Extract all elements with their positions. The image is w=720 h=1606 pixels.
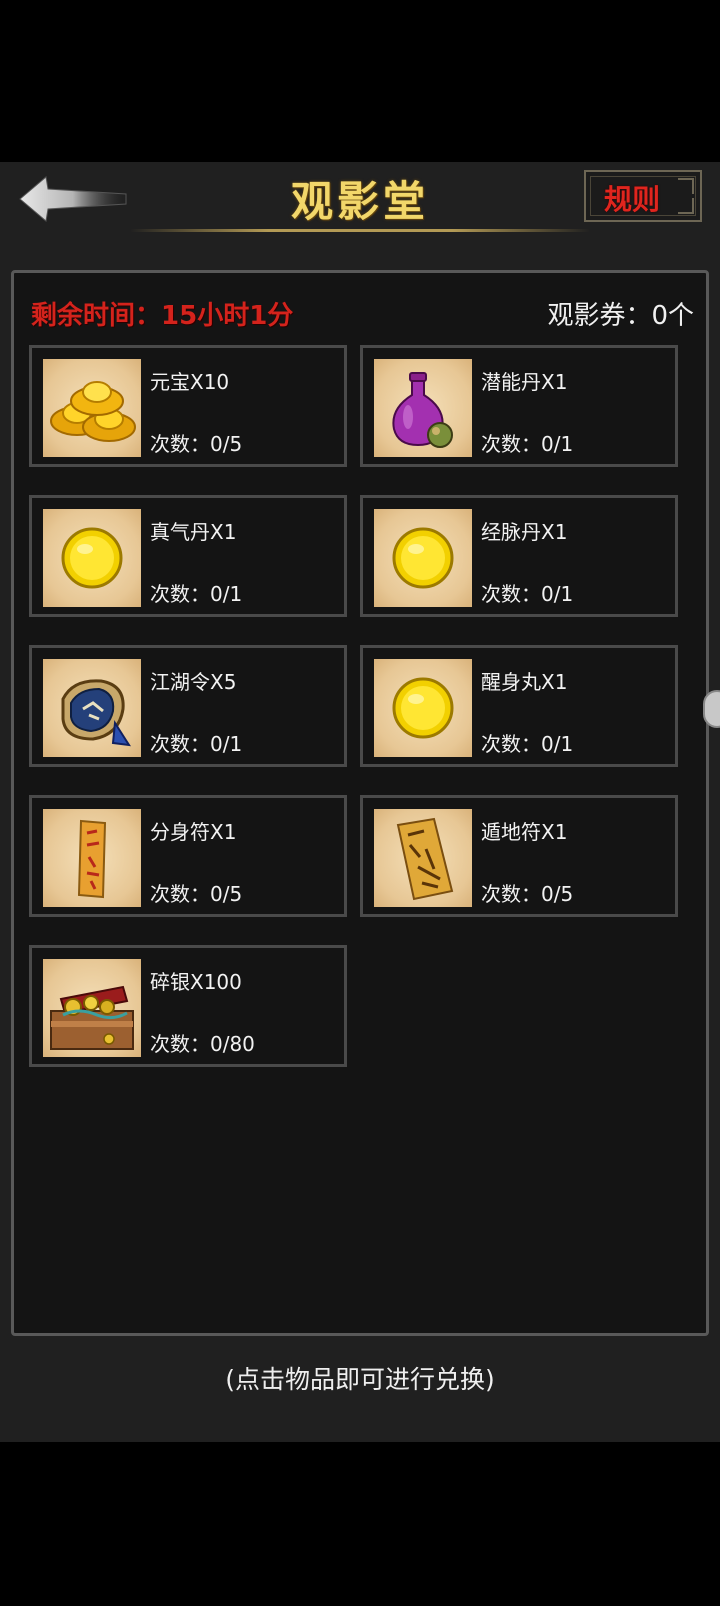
item-count: 次数：0/5: [481, 882, 574, 906]
purple-vase-icon: [374, 359, 472, 457]
remaining-time-label: 剩余时间：: [31, 301, 162, 331]
rules-button-label: 规则: [603, 183, 660, 216]
back-button[interactable]: [18, 174, 128, 224]
back-arrow-icon: [19, 176, 127, 222]
earth-talisman-icon: [374, 809, 472, 907]
item-count: 次数：0/5: [150, 882, 243, 906]
item-card-xingshen[interactable]: 醒身丸X1 次数：0/1: [360, 645, 678, 767]
item-count: 次数：0/1: [150, 582, 243, 606]
item-count: 次数：0/1: [481, 432, 574, 456]
item-name: 遁地符X1: [481, 820, 568, 844]
item-card-qianneng[interactable]: 潜能丹X1 次数：0/1: [360, 345, 678, 467]
token-pouch-icon: [43, 659, 141, 757]
exchange-panel: 剩余时间：15小时1分 观影券：0个 元宝X10 次数：0/5 潜能丹X1 次数…: [11, 270, 709, 1336]
rules-button[interactable]: 规则: [584, 170, 702, 222]
item-card-jingmai[interactable]: 经脉丹X1 次数：0/1: [360, 495, 678, 617]
item-name: 江湖令X5: [150, 670, 237, 694]
app-screen: 观影堂 规则 剩余时间：15小时1分 观影券：0个 元宝X10 次数：0/5 潜…: [0, 162, 720, 1442]
item-count: 次数：0/80: [150, 1032, 255, 1056]
item-name: 分身符X1: [150, 820, 237, 844]
golden-pill-icon: [374, 509, 472, 607]
gold-ingot-icon: [43, 359, 141, 457]
remaining-time: 剩余时间：15小时1分: [31, 295, 293, 332]
ticket-count: 观影券：0个: [547, 301, 694, 331]
remaining-time-value: 15小时1分: [161, 301, 294, 331]
golden-pill-icon: [43, 509, 141, 607]
item-name: 经脉丹X1: [481, 520, 568, 544]
item-card-jianghuling[interactable]: 江湖令X5 次数：0/1: [29, 645, 347, 767]
title-area: 观影堂: [130, 162, 590, 234]
item-card-yuanbao[interactable]: 元宝X10 次数：0/5: [29, 345, 347, 467]
talisman-icon: [43, 809, 141, 907]
rules-corner-ornament: [678, 178, 694, 194]
item-count: 次数：0/1: [150, 732, 243, 756]
item-card-dundi[interactable]: 遁地符X1 次数：0/5: [360, 795, 678, 917]
treasure-chest-icon: [43, 959, 141, 1057]
rules-corner-ornament: [678, 198, 694, 214]
golden-pill-icon: [374, 659, 472, 757]
page-title: 观影堂: [290, 177, 429, 226]
item-name: 元宝X10: [150, 370, 230, 394]
item-name: 潜能丹X1: [481, 370, 568, 394]
item-name: 醒身丸X1: [481, 670, 568, 694]
item-count: 次数：0/5: [150, 432, 243, 456]
title-divider: [130, 229, 590, 232]
item-card-suiyin[interactable]: 碎银X100 次数：0/80: [29, 945, 347, 1067]
item-count: 次数：0/1: [481, 732, 574, 756]
item-card-zhenqi[interactable]: 真气丹X1 次数：0/1: [29, 495, 347, 617]
exchange-hint: (点击物品即可进行兑换): [225, 1365, 495, 1394]
item-name: 真气丹X1: [150, 520, 237, 544]
item-card-fenshen[interactable]: 分身符X1 次数：0/5: [29, 795, 347, 917]
item-name: 碎银X100: [150, 970, 242, 994]
floating-side-handle[interactable]: [703, 690, 720, 728]
item-count: 次数：0/1: [481, 582, 574, 606]
